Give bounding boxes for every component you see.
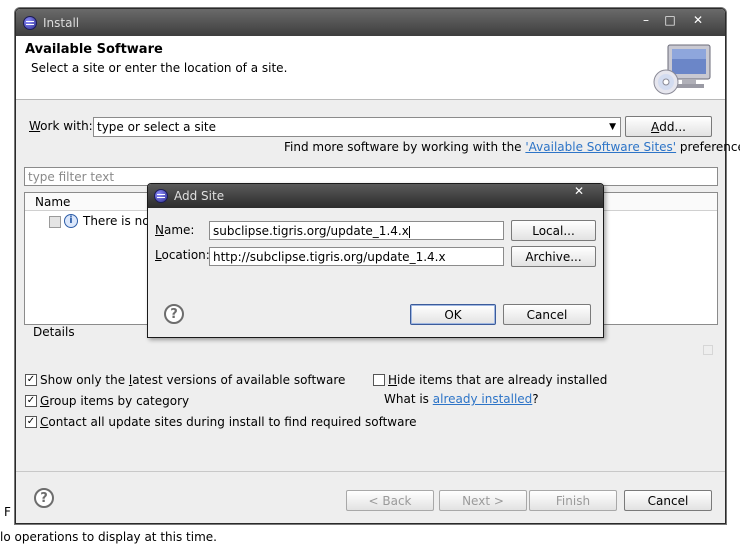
cancel-button[interactable]: Cancel xyxy=(624,490,712,511)
row-text: There is no xyxy=(83,214,150,228)
filter-placeholder: type filter text xyxy=(28,170,115,184)
add-button[interactable]: Add... xyxy=(625,116,712,137)
dialog-cancel-button[interactable]: Cancel xyxy=(503,304,591,325)
footer-separator xyxy=(16,471,725,472)
maximize-button[interactable]: □ xyxy=(657,12,683,28)
find-more-text: Find more software by working with the '… xyxy=(284,140,740,154)
work-with-label: Work with: xyxy=(29,119,93,133)
monitor-cd-icon xyxy=(653,44,711,95)
group-by-category-checkbox[interactable]: ✓ xyxy=(25,395,37,407)
text-cursor xyxy=(408,225,410,238)
info-icon: i xyxy=(64,214,78,228)
row-checkbox[interactable] xyxy=(49,216,61,228)
resize-grip-icon xyxy=(703,345,713,355)
add-site-close-button[interactable]: ✕ xyxy=(561,184,597,200)
location-label: Location: xyxy=(155,248,210,262)
page-subtitle: Select a site or enter the location of a… xyxy=(31,61,288,75)
install-titlebar: Install – □ ✕ xyxy=(16,9,725,36)
background-side-letter: F xyxy=(4,505,11,519)
local-button[interactable]: Local... xyxy=(511,220,596,241)
work-with-placeholder: type or select a site xyxy=(97,120,217,134)
contact-sites-checkbox[interactable]: ✓ xyxy=(25,416,37,428)
background-status-text: lo operations to display at this time. xyxy=(0,530,217,544)
name-input[interactable]: subclipse.tigris.org/update_1.4.x xyxy=(209,221,504,240)
eclipse-icon xyxy=(154,189,168,203)
details-label: Details xyxy=(33,325,75,339)
next-button[interactable]: Next > xyxy=(439,490,527,511)
back-button[interactable]: < Back xyxy=(346,490,434,511)
details-area xyxy=(24,342,718,366)
ok-button[interactable]: OK xyxy=(410,304,496,325)
add-site-titlebar: Add Site ✕ xyxy=(148,184,603,208)
chevron-down-icon[interactable]: ▼ xyxy=(609,119,616,135)
page-title: Available Software xyxy=(25,42,163,57)
help-icon[interactable]: ? xyxy=(34,488,54,508)
show-latest-checkbox[interactable]: ✓ xyxy=(25,374,37,386)
what-is-installed-text: What is already installed? xyxy=(384,392,539,406)
window-title: Install xyxy=(43,16,80,30)
finish-button[interactable]: Finish xyxy=(529,490,617,511)
background-side-fragment: F xyxy=(0,505,14,521)
close-button[interactable]: ✕ xyxy=(685,12,711,28)
work-with-combo[interactable]: type or select a site ▼ xyxy=(93,117,621,137)
hide-installed-checkbox[interactable] xyxy=(373,374,385,386)
available-software-sites-link[interactable]: 'Available Software Sites' xyxy=(525,140,676,154)
archive-button[interactable]: Archive... xyxy=(511,246,596,267)
help-icon[interactable]: ? xyxy=(164,304,184,324)
eclipse-icon xyxy=(23,16,37,30)
location-input-value: http://subclipse.tigris.org/update_1.4.x xyxy=(213,250,446,264)
name-input-value: subclipse.tigris.org/update_1.4.x xyxy=(213,224,409,238)
already-installed-link[interactable]: already installed xyxy=(433,392,533,406)
location-input[interactable]: http://subclipse.tigris.org/update_1.4.x xyxy=(209,247,504,266)
column-name-header[interactable]: Name xyxy=(35,195,70,209)
name-label: Name: xyxy=(155,223,195,237)
add-site-dialog: Add Site ✕ Name: subclipse.tigris.org/up… xyxy=(147,183,604,338)
add-site-title: Add Site xyxy=(174,189,225,203)
minimize-button[interactable]: – xyxy=(633,12,659,28)
wizard-header: Available Software Select a site or ente… xyxy=(16,36,725,100)
